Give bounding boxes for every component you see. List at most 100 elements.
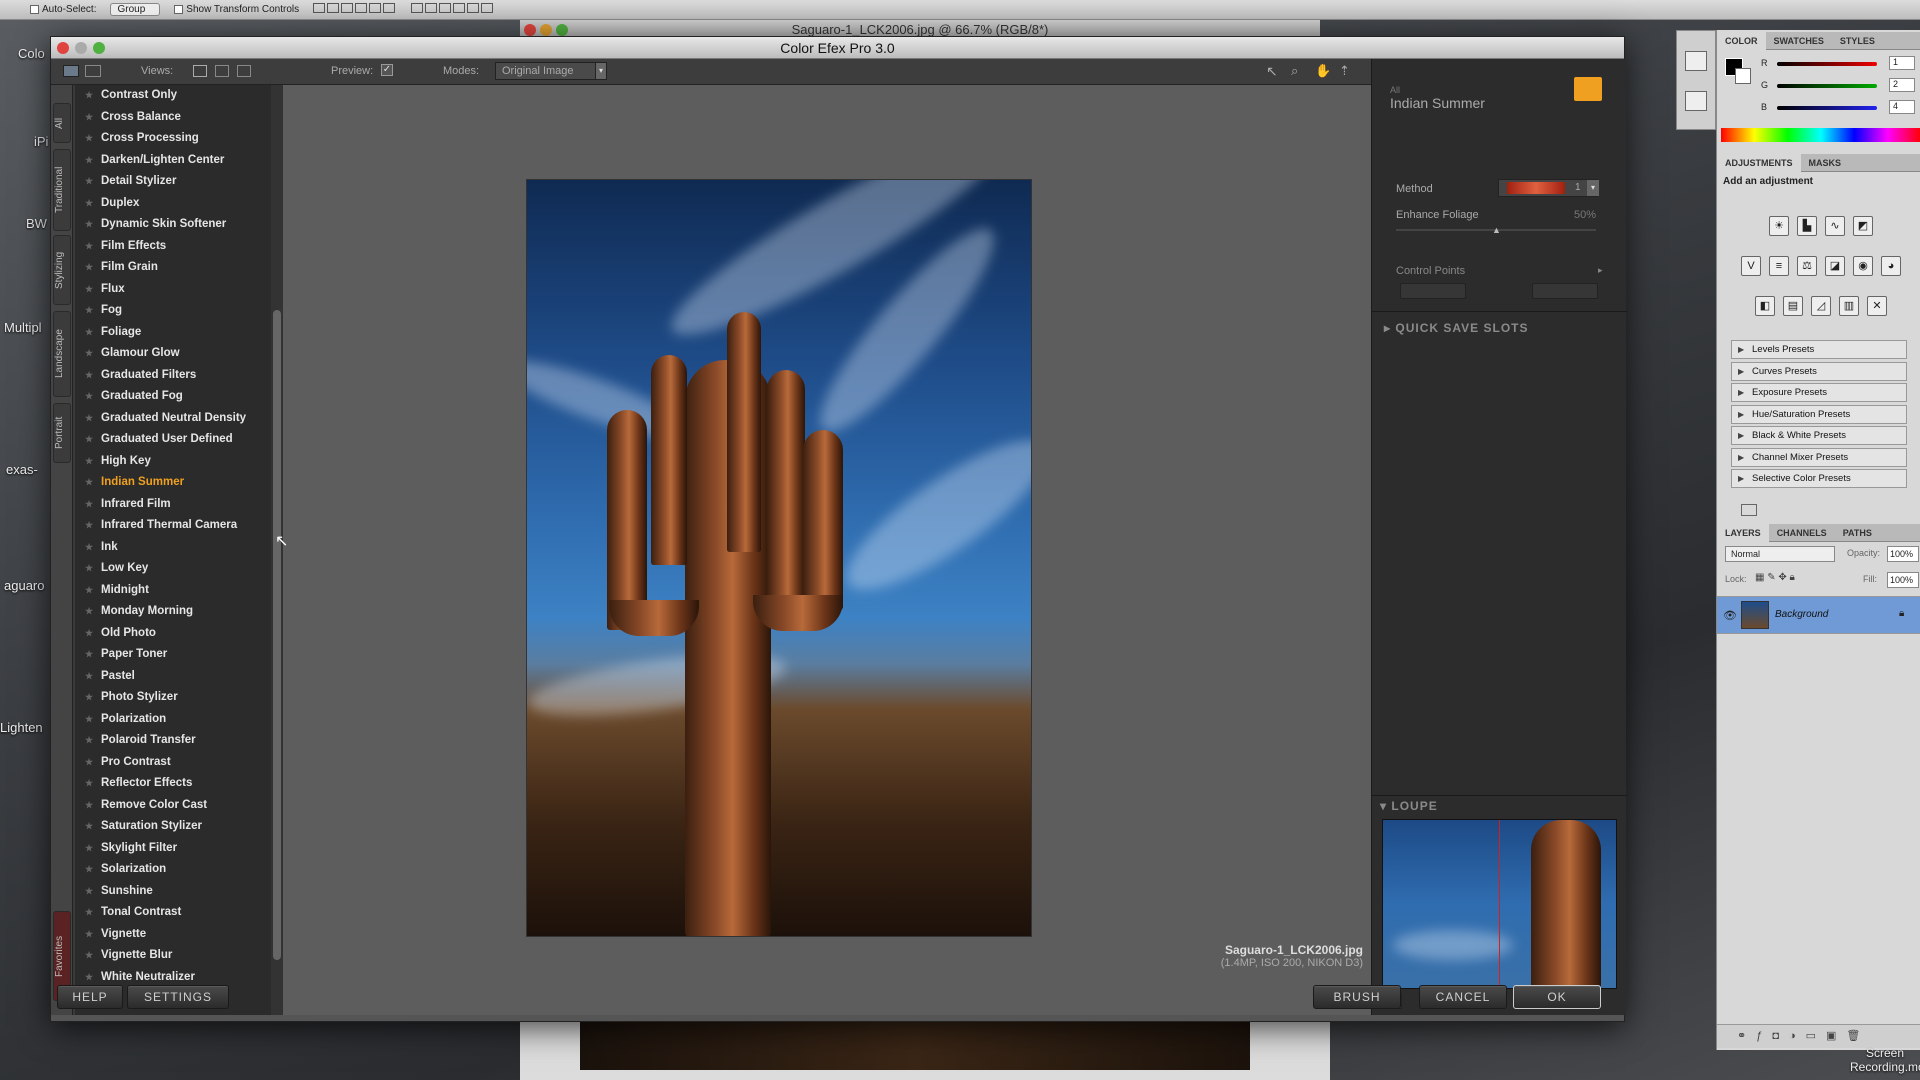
slider-thumb[interactable]: ▲ — [1492, 225, 1501, 235]
tab-styles[interactable]: STYLES — [1832, 32, 1883, 50]
tab-landscape[interactable]: Landscape — [53, 311, 71, 397]
favorite-star-icon[interactable]: ★ — [85, 365, 93, 387]
settings-button[interactable]: SETTINGS — [127, 985, 229, 1009]
zoom-icon[interactable] — [556, 24, 568, 36]
filter-item[interactable]: ★ Duplex — [75, 193, 271, 215]
tab-stylizing[interactable]: Stylizing — [53, 235, 71, 305]
filter-item[interactable]: ★ Detail Stylizer — [75, 171, 271, 193]
enhance-foliage-slider[interactable]: ▲ — [1396, 225, 1596, 235]
filter-item[interactable]: ★ Polarization — [75, 709, 271, 731]
single-view-icon[interactable] — [193, 65, 207, 77]
side-by-side-view-icon[interactable] — [237, 65, 251, 77]
filter-item[interactable]: ★ Pastel — [75, 666, 271, 688]
return-to-list-icon[interactable] — [1741, 504, 1757, 516]
favorite-star-icon[interactable]: ★ — [85, 730, 93, 752]
filter-item[interactable]: ★ Film Effects — [75, 236, 271, 258]
chevron-down-icon[interactable]: ▾ — [595, 62, 607, 80]
filter-item[interactable]: ★ Skylight Filter — [75, 838, 271, 860]
favorite-star-icon[interactable]: ★ — [85, 494, 93, 516]
filter-item[interactable]: ★ Graduated Neutral Density — [75, 408, 271, 430]
tab-all[interactable]: All — [53, 103, 71, 143]
favorite-star-icon[interactable]: ★ — [85, 386, 93, 408]
favorite-star-icon[interactable]: ★ — [85, 945, 93, 967]
fill-field[interactable]: 100% — [1887, 572, 1919, 588]
close-icon[interactable] — [524, 24, 536, 36]
remove-control-point-button[interactable] — [1532, 283, 1598, 299]
lock-icons[interactable]: ▦ ✎ ✥ 🔒︎ — [1755, 572, 1795, 583]
background-color-swatch[interactable] — [1735, 68, 1751, 84]
favorite-star-icon[interactable]: ★ — [85, 773, 93, 795]
filter-item[interactable]: ★ Contrast Only — [75, 85, 271, 107]
scrollbar-thumb[interactable] — [273, 310, 281, 960]
filter-item[interactable]: ★ High Key — [75, 451, 271, 473]
brightness-icon[interactable]: ☀ — [1769, 216, 1789, 236]
grid-view-icon[interactable] — [85, 65, 101, 77]
color-balance-icon[interactable]: ⚖ — [1797, 256, 1817, 276]
favorite-star-icon[interactable]: ★ — [85, 472, 93, 494]
layer-row-background[interactable]: 👁︎ Background 🔒︎ — [1717, 596, 1920, 634]
favorite-star-icon[interactable]: ★ — [85, 236, 93, 258]
curves-icon[interactable]: ∿ — [1825, 216, 1845, 236]
tab-traditional[interactable]: Traditional — [53, 149, 71, 231]
modes-select[interactable]: Original Image — [495, 62, 605, 80]
favorite-star-icon[interactable]: ★ — [85, 322, 93, 344]
adjustment-preset-item[interactable]: ▶ Curves Presets — [1731, 361, 1907, 381]
distribute-icons[interactable] — [411, 3, 495, 16]
filter-item[interactable]: ★ Dynamic Skin Softener — [75, 214, 271, 236]
preview-image[interactable] — [526, 179, 1032, 937]
filter-item[interactable]: ★ Film Grain — [75, 257, 271, 279]
favorite-star-icon[interactable]: ★ — [85, 85, 93, 107]
tab-masks[interactable]: MASKS — [1801, 154, 1850, 172]
threshold-icon[interactable]: ◿ — [1811, 296, 1831, 316]
favorite-star-icon[interactable]: ★ — [85, 666, 93, 688]
favorite-star-icon[interactable]: ★ — [85, 623, 93, 645]
filter-item[interactable]: ★ Graduated User Defined — [75, 429, 271, 451]
opacity-field[interactable]: 100% — [1887, 546, 1919, 562]
quick-save-slots-header[interactable]: ▸ QUICK SAVE SLOTS — [1384, 321, 1528, 335]
minimize-icon[interactable] — [540, 24, 552, 36]
filter-item[interactable]: ★ Fog — [75, 300, 271, 322]
filter-item-selected[interactable]: ★ Indian Summer — [75, 472, 271, 494]
filter-item[interactable]: ★ Vignette — [75, 924, 271, 946]
tab-paths[interactable]: PATHS — [1835, 524, 1880, 542]
ok-button[interactable]: OK — [1513, 985, 1601, 1009]
favorite-star-icon[interactable]: ★ — [85, 150, 93, 172]
favorite-star-icon[interactable]: ★ — [85, 128, 93, 150]
favorite-star-icon[interactable]: ★ — [85, 795, 93, 817]
filter-item[interactable]: ★ Solarization — [75, 859, 271, 881]
favorite-star-icon[interactable]: ★ — [85, 429, 93, 451]
favorite-star-icon[interactable]: ★ — [85, 881, 93, 903]
green-slider[interactable] — [1777, 84, 1877, 88]
gradient-map-icon[interactable]: ▥ — [1839, 296, 1859, 316]
filter-item[interactable]: ★ Remove Color Cast — [75, 795, 271, 817]
brush-button[interactable]: BRUSH — [1313, 985, 1401, 1009]
filter-item[interactable]: ★ Infrared Film — [75, 494, 271, 516]
layers-footer-icons[interactable]: ⚭ƒ◘◑▭▣🗑︎ — [1717, 1024, 1920, 1048]
filter-item[interactable]: ★ Midnight — [75, 580, 271, 602]
tab-layers[interactable]: LAYERS — [1717, 524, 1769, 542]
show-transform-checkbox[interactable]: Show Transform Controls — [174, 4, 299, 15]
filter-item[interactable]: ★ Flux — [75, 279, 271, 301]
filter-item[interactable]: ★ Foliage — [75, 322, 271, 344]
preview-checkbox[interactable]: ✓ — [381, 64, 393, 76]
histogram-icon[interactable] — [1685, 51, 1707, 71]
levels-icon[interactable]: ▙ — [1797, 216, 1817, 236]
black-white-icon[interactable]: ◪ — [1825, 256, 1845, 276]
favorite-star-icon[interactable]: ★ — [85, 279, 93, 301]
eye-icon[interactable]: 👁︎ — [1723, 609, 1737, 622]
zoom-icon[interactable] — [93, 42, 105, 54]
filter-item[interactable]: ★ Infrared Thermal Camera — [75, 515, 271, 537]
channel-mixer-icon[interactable]: ◕ — [1881, 256, 1901, 276]
favorite-star-icon[interactable]: ★ — [85, 859, 93, 881]
blue-slider[interactable] — [1777, 106, 1877, 110]
filter-item[interactable]: ★ Saturation Stylizer — [75, 816, 271, 838]
vibrance-icon[interactable]: V — [1741, 256, 1761, 276]
filter-item[interactable]: ★ Low Key — [75, 558, 271, 580]
favorite-star-icon[interactable]: ★ — [85, 687, 93, 709]
filter-item[interactable]: ★ Polaroid Transfer — [75, 730, 271, 752]
tab-channels[interactable]: CHANNELS — [1769, 524, 1835, 542]
align-icons[interactable] — [313, 3, 397, 16]
favorite-star-icon[interactable]: ★ — [85, 257, 93, 279]
favorite-star-icon[interactable]: ★ — [85, 709, 93, 731]
green-value-field[interactable]: 2 — [1889, 78, 1915, 92]
